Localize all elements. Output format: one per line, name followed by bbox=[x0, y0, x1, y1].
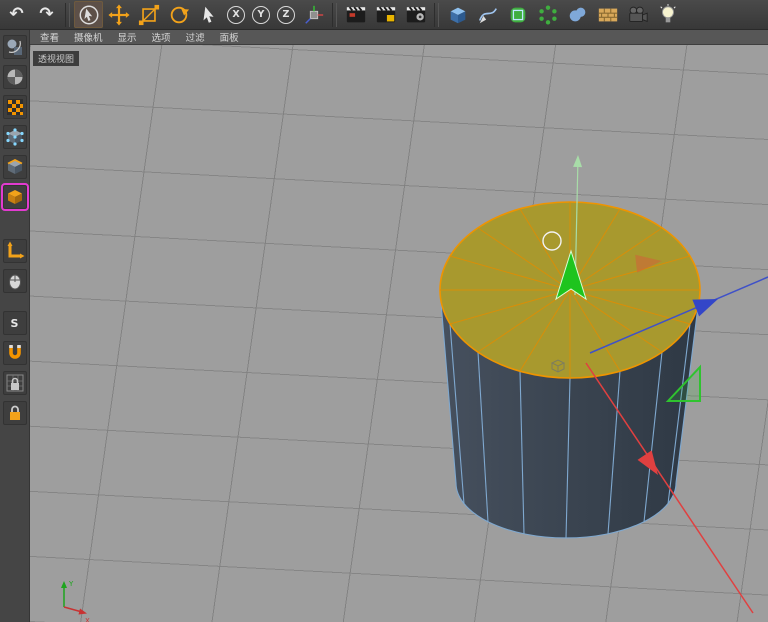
viewport-solo-button[interactable] bbox=[3, 269, 27, 293]
polygons-mode-button[interactable] bbox=[3, 185, 27, 209]
texture-lock-icon bbox=[5, 403, 25, 423]
rotate-icon bbox=[168, 4, 190, 26]
snap-icon: S bbox=[11, 317, 19, 330]
render-picture-viewer-button[interactable] bbox=[371, 1, 400, 28]
z-axis-icon: Z bbox=[277, 6, 295, 24]
spline-pen-icon bbox=[477, 4, 499, 26]
menu-filter[interactable]: 过滤 bbox=[186, 30, 205, 44]
points-mode-icon bbox=[5, 127, 25, 147]
lock-x-button[interactable]: X bbox=[224, 1, 248, 28]
model-mode-button[interactable] bbox=[3, 65, 27, 89]
points-mode-button[interactable] bbox=[3, 125, 27, 149]
magnet-icon bbox=[5, 343, 25, 363]
edges-mode-icon bbox=[5, 157, 25, 177]
camera-icon bbox=[627, 4, 649, 26]
subdivision-surface-icon bbox=[507, 4, 529, 26]
polygons-mode-icon bbox=[5, 187, 25, 207]
model-mode-icon bbox=[5, 67, 25, 87]
snap-button[interactable]: S bbox=[3, 311, 27, 335]
add-spline-button[interactable] bbox=[473, 1, 502, 28]
viewport[interactable]: 透视视图 bbox=[30, 45, 768, 622]
add-light-button[interactable] bbox=[653, 1, 682, 28]
menu-options[interactable]: 选项 bbox=[152, 30, 171, 44]
scale-button[interactable] bbox=[134, 1, 163, 28]
render-clapper-icon bbox=[345, 4, 367, 26]
coordinate-system-icon bbox=[303, 4, 325, 26]
axis-y-label: Y bbox=[68, 580, 74, 588]
toolbar-separator bbox=[434, 3, 439, 27]
mode-sidebar: S bbox=[0, 30, 30, 622]
cursor-icon bbox=[198, 4, 220, 26]
y-axis-icon: Y bbox=[252, 6, 270, 24]
main-toolbar: ↶ ↷ bbox=[0, 0, 768, 30]
free-selection-button[interactable] bbox=[194, 1, 223, 28]
y-axis-tip bbox=[573, 155, 582, 167]
toolbar-separator bbox=[65, 3, 70, 27]
menu-display[interactable]: 显示 bbox=[118, 30, 137, 44]
texture-mode-button[interactable] bbox=[3, 95, 27, 119]
redo-icon: ↷ bbox=[39, 6, 53, 23]
metaball-icon bbox=[567, 4, 589, 26]
scene-svg[interactable]: Y X bbox=[30, 45, 768, 622]
toolbar-separator bbox=[332, 3, 337, 27]
axis-x-label: X bbox=[85, 617, 90, 622]
cube-icon bbox=[447, 4, 469, 26]
lock-y-button[interactable]: Y bbox=[249, 1, 273, 28]
render-view-button[interactable] bbox=[341, 1, 370, 28]
make-editable-button[interactable] bbox=[3, 35, 27, 59]
workplane-lock-button[interactable] bbox=[3, 371, 27, 395]
add-metaball-button[interactable] bbox=[563, 1, 592, 28]
add-camera-button[interactable] bbox=[623, 1, 652, 28]
edges-mode-button[interactable] bbox=[3, 155, 27, 179]
add-cube-button[interactable] bbox=[443, 1, 472, 28]
menu-panel[interactable]: 面板 bbox=[220, 30, 239, 44]
light-bulb-icon bbox=[657, 4, 679, 26]
rotate-button[interactable] bbox=[164, 1, 193, 28]
app-window: ↶ ↷ bbox=[0, 0, 768, 622]
mouse-icon bbox=[5, 271, 25, 291]
menu-view[interactable]: 查看 bbox=[40, 30, 59, 44]
live-selection-button[interactable] bbox=[74, 1, 103, 28]
move-button[interactable] bbox=[104, 1, 133, 28]
enable-axis-button[interactable] bbox=[3, 239, 27, 263]
workplane-lock-icon bbox=[5, 373, 25, 393]
render-settings-icon bbox=[405, 4, 427, 26]
add-floor-button[interactable] bbox=[593, 1, 622, 28]
redo-button[interactable]: ↷ bbox=[32, 1, 61, 28]
x-axis-icon: X bbox=[227, 6, 245, 24]
move-icon bbox=[108, 4, 130, 26]
render-picture-viewer-icon bbox=[375, 4, 397, 26]
texture-mode-icon bbox=[5, 97, 25, 117]
texture-lock-button[interactable] bbox=[3, 401, 27, 425]
menu-cameras[interactable]: 摄像机 bbox=[74, 30, 103, 44]
undo-button[interactable]: ↶ bbox=[2, 1, 31, 28]
add-array-button[interactable] bbox=[533, 1, 562, 28]
bricks-icon bbox=[597, 4, 619, 26]
live-selection-icon bbox=[78, 4, 100, 26]
viewport-menubar: 查看 摄像机 显示 选项 过滤 面板 bbox=[30, 30, 768, 45]
add-subdivision-surface-button[interactable] bbox=[503, 1, 532, 28]
scale-icon bbox=[138, 4, 160, 26]
array-icon bbox=[537, 4, 559, 26]
lock-z-button[interactable]: Z bbox=[274, 1, 298, 28]
viewport-axis-indicator: Y X bbox=[61, 580, 90, 622]
make-editable-icon bbox=[5, 37, 25, 57]
undo-icon: ↶ bbox=[9, 6, 23, 23]
magnet-snap-button[interactable] bbox=[3, 341, 27, 365]
viewport-label: 透视视图 bbox=[33, 51, 79, 66]
axis-l-icon bbox=[5, 241, 25, 261]
coordinate-system-button[interactable] bbox=[299, 1, 328, 28]
render-settings-button[interactable] bbox=[401, 1, 430, 28]
